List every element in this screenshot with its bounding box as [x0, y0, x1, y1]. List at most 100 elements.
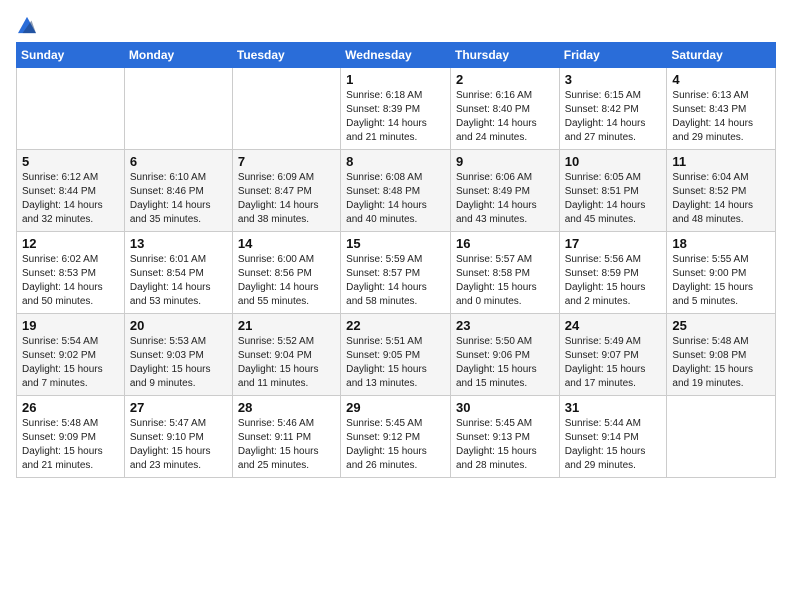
- day-number: 5: [22, 154, 119, 169]
- day-number: 14: [238, 236, 335, 251]
- calendar-cell: [17, 68, 125, 150]
- day-number: 1: [346, 72, 445, 87]
- day-number: 23: [456, 318, 554, 333]
- day-number: 31: [565, 400, 662, 415]
- calendar-cell: 9 Sunrise: 6:06 AM Sunset: 8:49 PM Daylig…: [450, 150, 559, 232]
- day-number: 28: [238, 400, 335, 415]
- calendar-cell: 24 Sunrise: 5:49 AM Sunset: 9:07 PM Dayli…: [559, 314, 667, 396]
- calendar-cell: 6 Sunrise: 6:10 AM Sunset: 8:46 PM Daylig…: [124, 150, 232, 232]
- day-info: Sunrise: 5:46 AM Sunset: 9:11 PM Dayligh…: [238, 417, 335, 473]
- day-number: 18: [672, 236, 770, 251]
- day-number: 26: [22, 400, 119, 415]
- calendar-cell: 8 Sunrise: 6:08 AM Sunset: 8:48 PM Daylig…: [341, 150, 451, 232]
- day-info: Sunrise: 5:47 AM Sunset: 9:10 PM Dayligh…: [130, 417, 227, 473]
- calendar-cell: 21 Sunrise: 5:52 AM Sunset: 9:04 PM Dayli…: [232, 314, 340, 396]
- day-info: Sunrise: 5:59 AM Sunset: 8:57 PM Dayligh…: [346, 253, 445, 309]
- calendar-cell: 3 Sunrise: 6:15 AM Sunset: 8:42 PM Daylig…: [559, 68, 667, 150]
- day-number: 6: [130, 154, 227, 169]
- day-info: Sunrise: 5:55 AM Sunset: 9:00 PM Dayligh…: [672, 253, 770, 309]
- calendar-cell: 2 Sunrise: 6:16 AM Sunset: 8:40 PM Daylig…: [450, 68, 559, 150]
- calendar-week-row: 26 Sunrise: 5:48 AM Sunset: 9:09 PM Dayli…: [17, 396, 776, 478]
- calendar-cell: 4Sunrise: 6:13 AM Sunset: 8:43 PM Daylig…: [667, 68, 776, 150]
- calendar-cell: [124, 68, 232, 150]
- calendar-cell: 1 Sunrise: 6:18 AM Sunset: 8:39 PM Daylig…: [341, 68, 451, 150]
- page-header: [16, 16, 776, 34]
- day-number: 24: [565, 318, 662, 333]
- calendar-cell: 23 Sunrise: 5:50 AM Sunset: 9:06 PM Dayli…: [450, 314, 559, 396]
- calendar-cell: 5 Sunrise: 6:12 AM Sunset: 8:44 PM Daylig…: [17, 150, 125, 232]
- column-header-friday: Friday: [559, 43, 667, 68]
- calendar-cell: 25 Sunrise: 5:48 AM Sunset: 9:08 PM Dayli…: [667, 314, 776, 396]
- column-header-thursday: Thursday: [450, 43, 559, 68]
- day-number: 7: [238, 154, 335, 169]
- calendar-cell: 14 Sunrise: 6:00 AM Sunset: 8:56 PM Dayli…: [232, 232, 340, 314]
- day-number: 10: [565, 154, 662, 169]
- day-number: 15: [346, 236, 445, 251]
- calendar-cell: 29Sunrise: 5:45 AM Sunset: 9:12 PM Dayli…: [341, 396, 451, 478]
- calendar-cell: 22Sunrise: 5:51 AM Sunset: 9:05 PM Dayli…: [341, 314, 451, 396]
- calendar-header-row: SundayMondayTuesdayWednesdayThursdayFrid…: [17, 43, 776, 68]
- calendar-table: SundayMondayTuesdayWednesdayThursdayFrid…: [16, 42, 776, 478]
- day-info: Sunrise: 5:52 AM Sunset: 9:04 PM Dayligh…: [238, 335, 335, 391]
- column-header-sunday: Sunday: [17, 43, 125, 68]
- day-info: Sunrise: 5:45 AM Sunset: 9:13 PM Dayligh…: [456, 417, 554, 473]
- calendar-cell: 15 Sunrise: 5:59 AM Sunset: 8:57 PM Dayli…: [341, 232, 451, 314]
- calendar-week-row: 19Sunrise: 5:54 AM Sunset: 9:02 PM Dayli…: [17, 314, 776, 396]
- day-info: Sunrise: 6:02 AM Sunset: 8:53 PM Dayligh…: [22, 253, 119, 309]
- day-info: Sunrise: 5:50 AM Sunset: 9:06 PM Dayligh…: [456, 335, 554, 391]
- day-number: 17: [565, 236, 662, 251]
- calendar-cell: 13Sunrise: 6:01 AM Sunset: 8:54 PM Dayli…: [124, 232, 232, 314]
- day-info: Sunrise: 6:18 AM Sunset: 8:39 PM Dayligh…: [346, 89, 445, 145]
- calendar-cell: 30 Sunrise: 5:45 AM Sunset: 9:13 PM Dayli…: [450, 396, 559, 478]
- day-info: Sunrise: 5:48 AM Sunset: 9:08 PM Dayligh…: [672, 335, 770, 391]
- day-info: Sunrise: 6:01 AM Sunset: 8:54 PM Dayligh…: [130, 253, 227, 309]
- day-info: Sunrise: 6:05 AM Sunset: 8:51 PM Dayligh…: [565, 171, 662, 227]
- day-number: 20: [130, 318, 227, 333]
- day-info: Sunrise: 6:12 AM Sunset: 8:44 PM Dayligh…: [22, 171, 119, 227]
- calendar-cell: 7Sunrise: 6:09 AM Sunset: 8:47 PM Daylig…: [232, 150, 340, 232]
- day-info: Sunrise: 5:57 AM Sunset: 8:58 PM Dayligh…: [456, 253, 554, 309]
- calendar-cell: 19Sunrise: 5:54 AM Sunset: 9:02 PM Dayli…: [17, 314, 125, 396]
- calendar-cell: 10 Sunrise: 6:05 AM Sunset: 8:51 PM Dayli…: [559, 150, 667, 232]
- column-header-saturday: Saturday: [667, 43, 776, 68]
- day-number: 11: [672, 154, 770, 169]
- day-info: Sunrise: 6:13 AM Sunset: 8:43 PM Dayligh…: [672, 89, 770, 145]
- calendar-cell: 17 Sunrise: 5:56 AM Sunset: 8:59 PM Dayli…: [559, 232, 667, 314]
- day-info: Sunrise: 6:16 AM Sunset: 8:40 PM Dayligh…: [456, 89, 554, 145]
- day-info: Sunrise: 5:56 AM Sunset: 8:59 PM Dayligh…: [565, 253, 662, 309]
- day-info: Sunrise: 6:00 AM Sunset: 8:56 PM Dayligh…: [238, 253, 335, 309]
- calendar-week-row: 5 Sunrise: 6:12 AM Sunset: 8:44 PM Daylig…: [17, 150, 776, 232]
- day-number: 3: [565, 72, 662, 87]
- day-number: 8: [346, 154, 445, 169]
- day-number: 9: [456, 154, 554, 169]
- calendar-cell: 16Sunrise: 5:57 AM Sunset: 8:58 PM Dayli…: [450, 232, 559, 314]
- day-number: 25: [672, 318, 770, 333]
- day-info: Sunrise: 6:06 AM Sunset: 8:49 PM Dayligh…: [456, 171, 554, 227]
- column-header-monday: Monday: [124, 43, 232, 68]
- day-number: 12: [22, 236, 119, 251]
- day-info: Sunrise: 5:49 AM Sunset: 9:07 PM Dayligh…: [565, 335, 662, 391]
- logo: [16, 16, 36, 34]
- day-info: Sunrise: 5:45 AM Sunset: 9:12 PM Dayligh…: [346, 417, 445, 473]
- day-info: Sunrise: 6:15 AM Sunset: 8:42 PM Dayligh…: [565, 89, 662, 145]
- day-info: Sunrise: 5:53 AM Sunset: 9:03 PM Dayligh…: [130, 335, 227, 391]
- calendar-cell: [667, 396, 776, 478]
- column-header-wednesday: Wednesday: [341, 43, 451, 68]
- calendar-week-row: 1 Sunrise: 6:18 AM Sunset: 8:39 PM Daylig…: [17, 68, 776, 150]
- day-number: 30: [456, 400, 554, 415]
- day-info: Sunrise: 5:48 AM Sunset: 9:09 PM Dayligh…: [22, 417, 119, 473]
- logo-icon: [18, 16, 36, 34]
- calendar-cell: [232, 68, 340, 150]
- calendar-cell: 18 Sunrise: 5:55 AM Sunset: 9:00 PM Dayli…: [667, 232, 776, 314]
- day-info: Sunrise: 5:51 AM Sunset: 9:05 PM Dayligh…: [346, 335, 445, 391]
- day-info: Sunrise: 6:08 AM Sunset: 8:48 PM Dayligh…: [346, 171, 445, 227]
- calendar-cell: 26 Sunrise: 5:48 AM Sunset: 9:09 PM Dayli…: [17, 396, 125, 478]
- calendar-week-row: 12 Sunrise: 6:02 AM Sunset: 8:53 PM Dayli…: [17, 232, 776, 314]
- day-number: 21: [238, 318, 335, 333]
- day-info: Sunrise: 5:44 AM Sunset: 9:14 PM Dayligh…: [565, 417, 662, 473]
- calendar-cell: 27 Sunrise: 5:47 AM Sunset: 9:10 PM Dayli…: [124, 396, 232, 478]
- day-number: 27: [130, 400, 227, 415]
- day-info: Sunrise: 6:10 AM Sunset: 8:46 PM Dayligh…: [130, 171, 227, 227]
- day-number: 2: [456, 72, 554, 87]
- day-number: 19: [22, 318, 119, 333]
